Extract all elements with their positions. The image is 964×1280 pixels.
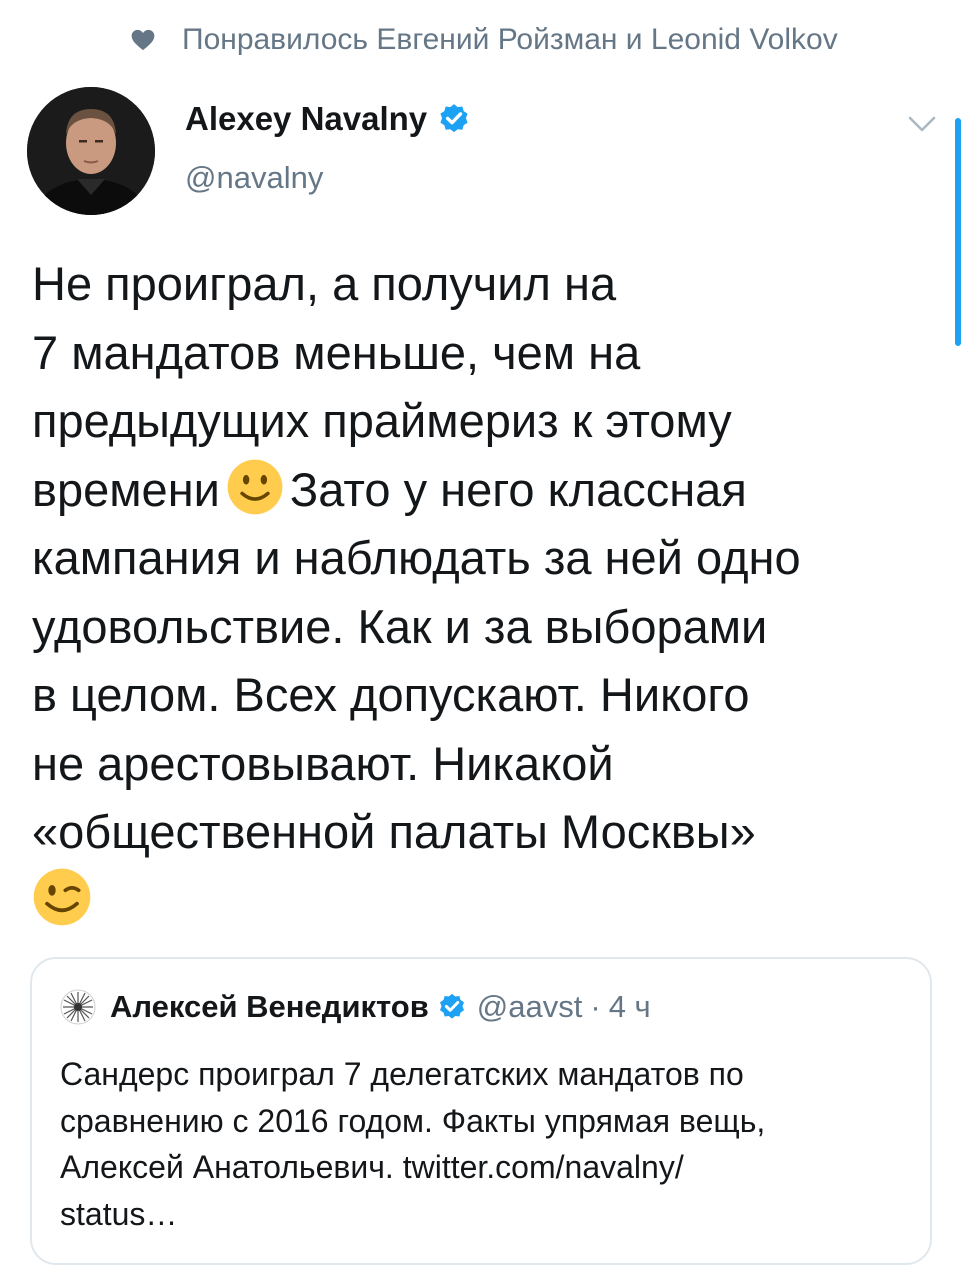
slightly-smiling-face-icon xyxy=(227,459,283,514)
tweet-line: кампания и наблюдать за ней одно xyxy=(32,531,801,584)
quoted-timestamp[interactable]: 4 ч xyxy=(609,989,651,1025)
heart-icon xyxy=(131,29,155,51)
author-handle[interactable]: @navalny xyxy=(185,160,323,196)
quoted-line: Сандерс проиграл 7 делегатских мандатов … xyxy=(60,1056,744,1092)
author-name[interactable]: Alexey Navalny xyxy=(185,100,427,138)
tweet-line-fragment: времени xyxy=(32,462,220,516)
tweet-line: в целом. Всех допускают. Никого xyxy=(32,668,750,721)
chevron-down-icon[interactable] xyxy=(902,108,942,140)
quoted-author-handle[interactable]: @aavst xyxy=(477,989,583,1025)
tweet-line: предыдущих праймериз к этому xyxy=(32,394,732,447)
quoted-author-avatar[interactable] xyxy=(60,989,96,1025)
liked-by-text: Понравилось Евгений Ройзман и Leonid Vol… xyxy=(182,23,838,56)
tweet-line: «общественной палаты Москвы» xyxy=(32,805,756,858)
author-avatar[interactable] xyxy=(27,87,155,215)
scroll-indicator[interactable] xyxy=(955,118,961,346)
tweet-line: удовольствие. Как и за выборами xyxy=(32,599,768,653)
tweet-line-fragment: Зато у него классная xyxy=(289,462,747,516)
tweet-line: Не проиграл, а получил на xyxy=(32,257,617,310)
tweet-line-with-emoji: времени Зато у него классная xyxy=(32,456,952,525)
tweet-text: Не проиграл, а получил на 7 мандатов мен… xyxy=(32,250,952,939)
author-name-row[interactable]: Alexey Navalny xyxy=(185,100,471,138)
tweet-line-emoji xyxy=(32,867,952,940)
quoted-tweet-card[interactable]: Алексей Венедиктов @aavst · 4 ч Сандерс … xyxy=(30,957,932,1265)
tweet-line: не арестовывают. Никакой xyxy=(32,736,614,790)
quoted-line: Алексей Анатольевич. twitter.com/navalny… xyxy=(60,1149,684,1185)
tweet-line: 7 мандатов меньше, чем на xyxy=(32,325,641,379)
verified-badge-icon xyxy=(439,993,464,1019)
quoted-tweet-header: Алексей Венедиктов @aavst · 4 ч xyxy=(60,989,651,1025)
quoted-line: сравнению с 2016 годом. Факты упрямая ве… xyxy=(60,1102,766,1139)
header-separator: · xyxy=(590,989,601,1024)
avatar-photo xyxy=(27,87,155,215)
verified-badge-icon xyxy=(440,104,468,133)
liked-by-row[interactable]: Понравилось Евгений Ройзман и Leonid Vol… xyxy=(130,18,838,62)
winking-face-icon xyxy=(33,868,91,925)
quoted-line: status… xyxy=(60,1195,178,1232)
quoted-author-name[interactable]: Алексей Венедиктов xyxy=(110,989,429,1025)
quoted-tweet-text: Сандерс проиграл 7 делегатских мандатов … xyxy=(60,1051,920,1237)
